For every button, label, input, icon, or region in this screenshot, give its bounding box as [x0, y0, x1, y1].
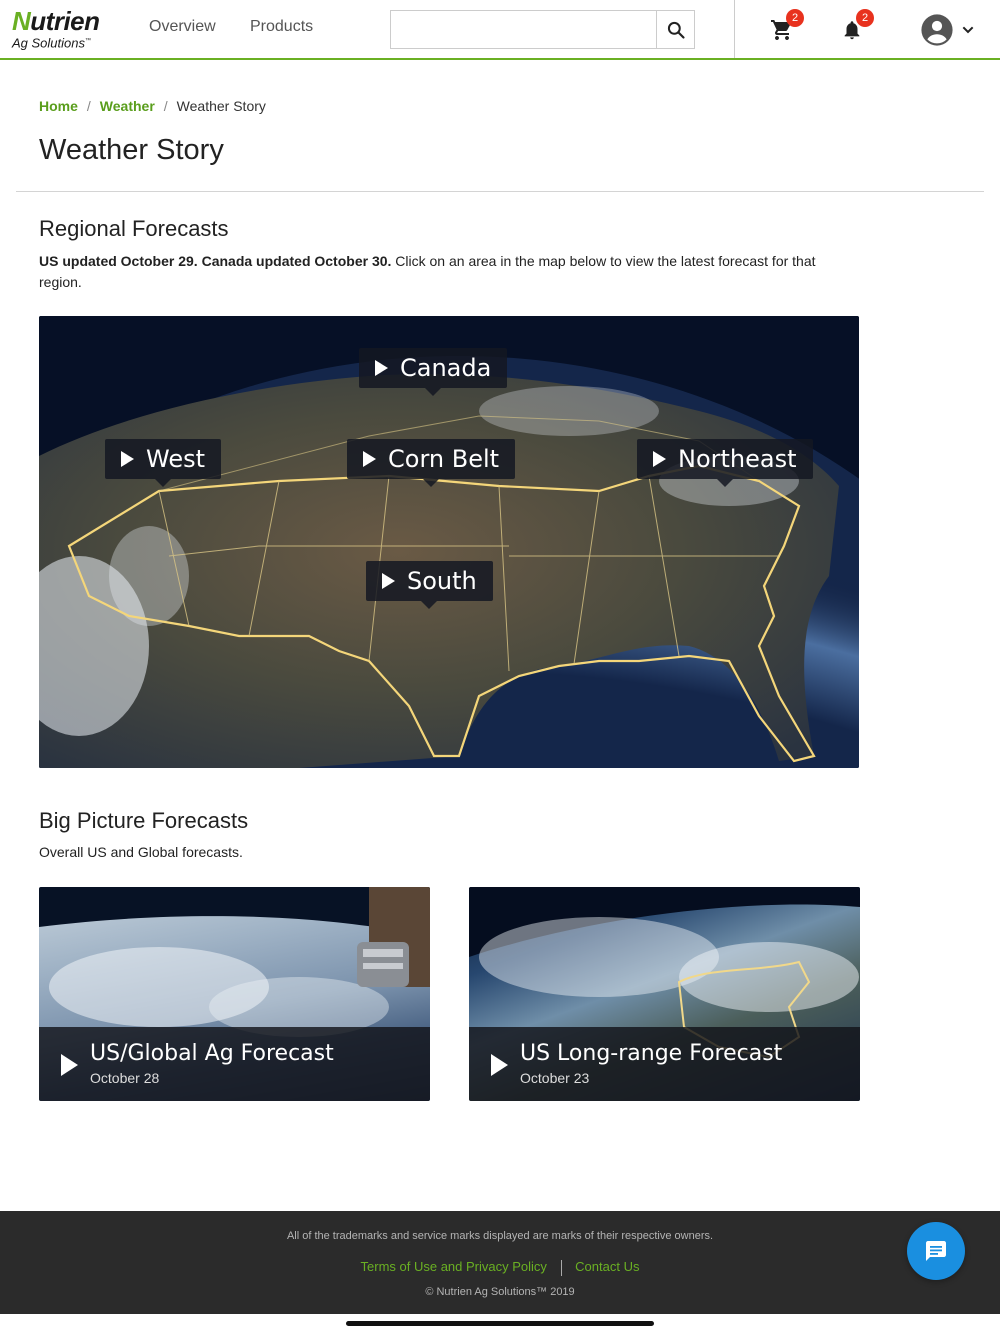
play-icon: [61, 1054, 78, 1076]
trademark-note: All of the trademarks and service marks …: [286, 1230, 714, 1242]
account-menu-button[interactable]: [920, 13, 978, 47]
nutrien-logo[interactable]: Nutrien Ag Solutions™: [12, 8, 122, 52]
regional-forecasts-heading: Regional Forecasts: [39, 216, 229, 241]
breadcrumb-separator: /: [163, 98, 168, 114]
notifications-button[interactable]: 2: [838, 9, 874, 44]
chevron-down-icon: [962, 26, 974, 34]
forecast-card-us-long-range[interactable]: US Long-range Forecast October 23: [469, 887, 860, 1101]
play-icon: [653, 451, 666, 467]
card-title: US Long-range Forecast: [520, 1041, 783, 1066]
card-date: October 23: [520, 1070, 590, 1086]
breadcrumb-separator: /: [86, 98, 91, 114]
play-icon: [382, 573, 395, 589]
page-title: Weather Story: [39, 134, 224, 166]
search-icon: [667, 21, 685, 39]
nav-overview[interactable]: Overview: [149, 18, 216, 36]
region-label: Northeast: [678, 445, 797, 473]
play-icon: [121, 451, 134, 467]
terms-privacy-link[interactable]: Terms of Use and Privacy Policy: [361, 1259, 547, 1274]
chat-button[interactable]: [907, 1222, 965, 1280]
search-button[interactable]: [656, 11, 694, 48]
footer-link-divider: [560, 1259, 562, 1276]
card-caption: US Long-range Forecast October 23: [469, 1027, 860, 1101]
region-label: West: [146, 445, 206, 473]
logo-wordmark: Nutrien: [12, 6, 100, 36]
breadcrumb-home[interactable]: Home: [39, 98, 78, 114]
regional-forecasts-intro: US updated October 29. Canada updated Oc…: [39, 251, 849, 293]
forecast-card-us-global[interactable]: US/Global Ag Forecast October 28: [39, 887, 430, 1101]
card-title: US/Global Ag Forecast: [90, 1041, 334, 1066]
play-icon: [491, 1054, 508, 1076]
region-label: Canada: [400, 354, 492, 382]
region-label: Corn Belt: [388, 445, 500, 473]
big-picture-heading: Big Picture Forecasts: [39, 808, 249, 833]
big-picture-intro: Overall US and Global forecasts.: [39, 844, 243, 860]
nav-products[interactable]: Products: [250, 18, 313, 36]
home-indicator: [346, 1321, 654, 1326]
region-button-northeast[interactable]: Northeast: [637, 439, 813, 487]
account-icon: [921, 14, 953, 46]
chat-icon: [926, 1241, 946, 1261]
card-date: October 28: [90, 1070, 160, 1086]
title-divider: [16, 191, 984, 192]
play-icon: [375, 360, 388, 376]
site-footer: All of the trademarks and service marks …: [0, 1211, 1000, 1314]
search-input[interactable]: [391, 11, 657, 48]
breadcrumb: Home / Weather / Weather Story: [39, 98, 266, 114]
play-icon: [363, 451, 376, 467]
search-bar: [390, 10, 695, 49]
region-button-canada[interactable]: Canada: [359, 348, 508, 396]
breadcrumb-current: Weather Story: [176, 98, 266, 114]
region-button-corn-belt[interactable]: Corn Belt: [347, 439, 516, 487]
logo-subtitle: Ag Solutions™: [12, 35, 91, 51]
footer-links: Terms of Use and Privacy Policy Contact …: [0, 1259, 1000, 1276]
region-label: South: [407, 567, 477, 595]
cart-count-badge: 2: [786, 9, 804, 27]
cart-button[interactable]: 2: [768, 9, 804, 44]
contact-us-link[interactable]: Contact Us: [575, 1259, 639, 1274]
header-divider: [734, 0, 735, 58]
notification-count-badge: 2: [856, 9, 874, 27]
region-button-south[interactable]: South: [366, 561, 493, 609]
copyright: © Nutrien Ag Solutions™ 2019: [425, 1286, 575, 1298]
regional-forecast-map[interactable]: Canada West Corn Belt Northeast South: [39, 316, 859, 768]
update-dates: US updated October 29. Canada updated Oc…: [39, 253, 392, 269]
card-caption: US/Global Ag Forecast October 28: [39, 1027, 430, 1101]
breadcrumb-weather[interactable]: Weather: [100, 98, 155, 114]
region-button-west[interactable]: West: [105, 439, 222, 487]
site-header: Nutrien Ag Solutions™ Overview Products …: [0, 0, 1000, 60]
